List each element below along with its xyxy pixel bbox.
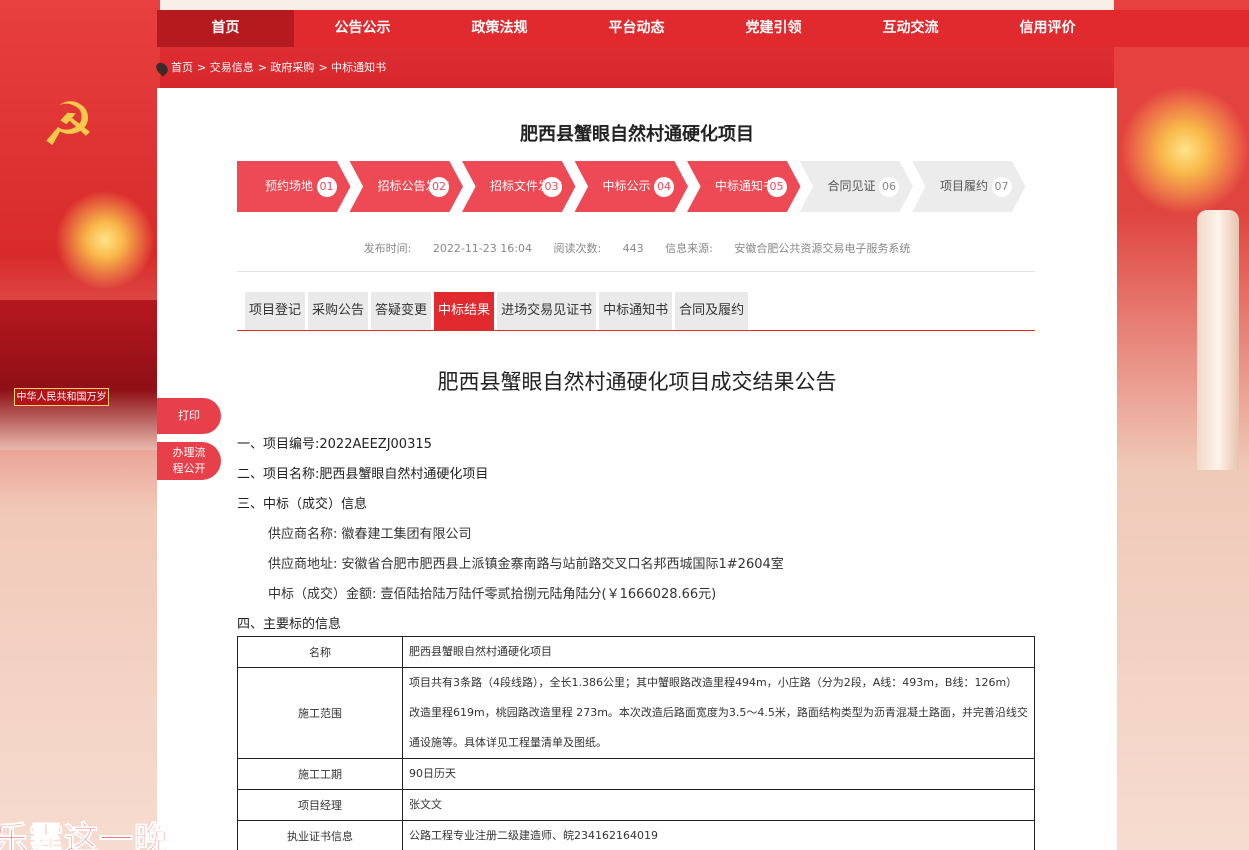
views-label: 阅读次数:: [553, 242, 602, 255]
nav-home[interactable]: 首页: [157, 10, 294, 47]
supplier-name: 供应商名称: 徽春建工集团有限公司: [268, 527, 472, 542]
award-amount: 中标（成交）金额: 壹佰陆拾陆万陆仟零贰拾捌元陆角陆分(￥1666028.66元…: [268, 587, 717, 602]
tab-contract[interactable]: 合同及履约: [675, 292, 749, 330]
process-public-button[interactable]: 办理流程公开: [157, 442, 221, 480]
step-number: 04: [654, 177, 674, 197]
nav-announcements[interactable]: 公告公示: [294, 10, 431, 47]
tab-qa-changes[interactable]: 答疑变更: [371, 292, 432, 330]
tab-award-notice[interactable]: 中标通知书: [599, 292, 673, 330]
tab-trade-witness[interactable]: 进场交易见证书: [497, 292, 597, 330]
table-value: 项目共有3条路（4段线路），全长1.386公里；其中蟹眼路改造里程494m，小庄…: [402, 667, 1035, 759]
breadcrumb-trade-info[interactable]: > 交易信息: [197, 58, 254, 78]
step-5[interactable]: 中标通知书 05: [687, 161, 801, 212]
nav-interaction[interactable]: 互动交流: [842, 10, 979, 47]
table-key: 施工范围: [237, 667, 403, 759]
breadcrumb-current: > 中标通知书: [318, 61, 387, 74]
project-name: 二、项目名称:肥西县蟹眼自然村通硬化项目: [237, 467, 489, 482]
nav-platform-news[interactable]: 平台动态: [568, 10, 705, 47]
print-button[interactable]: 打印: [157, 398, 221, 434]
supplier-address: 供应商地址: 安徽省合肥市肥西县上派镇金寨南路与站前路交叉口名邦西城国际1#26…: [268, 557, 784, 572]
page-title: 肥西县蟹眼自然村通硬化项目: [520, 124, 754, 145]
breadcrumb: 首页 > 交易信息 > 政府采购 > 中标通知书: [153, 58, 390, 78]
step-label: 项目履约: [940, 179, 989, 193]
table-value: 肥西县蟹眼自然村通硬化项目: [402, 636, 1035, 668]
table-row: 施工工期 90日历天: [237, 758, 1035, 790]
table-row: 名称 肥西县蟹眼自然村通硬化项目: [237, 636, 1035, 668]
step-number: 05: [766, 177, 787, 197]
article-meta: 发布时间: 2022-11-23 16:04 阅读次数: 443 信息来源: 安…: [157, 240, 1117, 256]
views-count: 443: [622, 242, 644, 255]
main-nav: 首页 公告公示 政策法规 平台动态 党建引领 互动交流 信用评价: [157, 10, 1249, 47]
table-row: 施工范围 项目共有3条路（4段线路），全长1.386公里；其中蟹眼路改造里程494…: [237, 667, 1035, 759]
step-number: 07: [991, 177, 1012, 197]
table-value: 90日历天: [402, 758, 1035, 790]
table-key: 施工工期: [237, 758, 403, 790]
table-key: 名称: [237, 636, 403, 668]
publish-time: 2022-11-23 16:04: [432, 242, 532, 255]
step-label: 预约场地: [265, 179, 314, 193]
step-3[interactable]: 招标文件发布 03: [462, 161, 576, 212]
source-value: 安徽合肥公共资源交易电子服务系统: [734, 242, 911, 255]
tabs-divider: [237, 330, 1035, 331]
award-info-heading: 三、中标（成交）信息: [237, 497, 368, 512]
step-4[interactable]: 中标公示 04: [574, 161, 688, 212]
step-number: 02: [429, 177, 449, 197]
step-number: 01: [316, 177, 337, 197]
step-1[interactable]: 预约场地 01: [237, 161, 351, 212]
doc-tabs: 项目登记 采购公告 答疑变更 中标结果 进场交易见证书 中标通知书 合同及履约: [245, 292, 751, 330]
step-6[interactable]: 合同见证 06: [799, 161, 913, 212]
table-row: 执业证书信息 公路工程专业注册二级建造师、皖234162164019: [237, 820, 1035, 850]
subject-table: 名称 肥西县蟹眼自然村通硬化项目 施工范围 项目共有3条路（4段线路），全长1.38…: [237, 636, 1035, 850]
breadcrumb-home[interactable]: 首页: [171, 58, 193, 78]
tab-procurement-notice[interactable]: 采购公告: [308, 292, 369, 330]
step-label: 合同见证: [827, 179, 876, 193]
table-key: 项目经理: [237, 789, 403, 821]
step-2[interactable]: 招标公告发布 02: [349, 161, 463, 212]
process-steps: 预约场地 01 招标公告发布 02 招标文件发布 03 中标公示 04 中标通知书 05 …: [237, 161, 1032, 212]
project-number: 一、项目编号:2022AEEZJ00315: [237, 437, 432, 452]
tab-award-result[interactable]: 中标结果: [434, 292, 495, 330]
publish-label: 发布时间:: [363, 242, 412, 255]
location-pin-icon: [153, 59, 171, 77]
step-number: 06: [879, 177, 899, 197]
step-7[interactable]: 项目履约 07: [912, 161, 1026, 212]
source-label: 信息来源:: [665, 242, 713, 255]
nav-policies[interactable]: 政策法规: [431, 10, 568, 47]
party-emblem-icon: ☭: [41, 90, 95, 160]
firework-icon: [1120, 85, 1249, 215]
document-title: 肥西县蟹眼自然村通硬化项目成交结果公告: [437, 370, 837, 394]
tiananmen-gate: [0, 300, 160, 450]
huabiao-column: [1197, 210, 1239, 470]
breadcrumb-gov-procurement[interactable]: > 政府采购: [258, 58, 315, 78]
watermark-text: 乐霆这一晚: [0, 820, 169, 850]
main-subject-heading: 四、主要标的信息: [237, 617, 342, 632]
step-label: 中标公示: [602, 179, 651, 193]
tab-project-registration[interactable]: 项目登记: [245, 292, 306, 330]
content-panel: 肥西县蟹眼自然村通硬化项目 预约场地 01 招标公告发布 02 招标文件发布 03 中…: [157, 88, 1117, 850]
nav-party-building[interactable]: 党建引领: [705, 10, 842, 47]
table-value: 公路工程专业注册二级建造师、皖234162164019: [402, 820, 1035, 850]
firework-icon: [55, 190, 155, 290]
nav-credit[interactable]: 信用评价: [979, 10, 1116, 47]
step-number: 03: [541, 177, 562, 197]
divider: [237, 271, 1035, 272]
table-row: 项目经理 张文文: [237, 789, 1035, 821]
table-key: 执业证书信息: [237, 820, 403, 850]
gate-sign: 中华人民共和国万岁: [14, 388, 109, 406]
table-value: 张文文: [402, 789, 1035, 821]
